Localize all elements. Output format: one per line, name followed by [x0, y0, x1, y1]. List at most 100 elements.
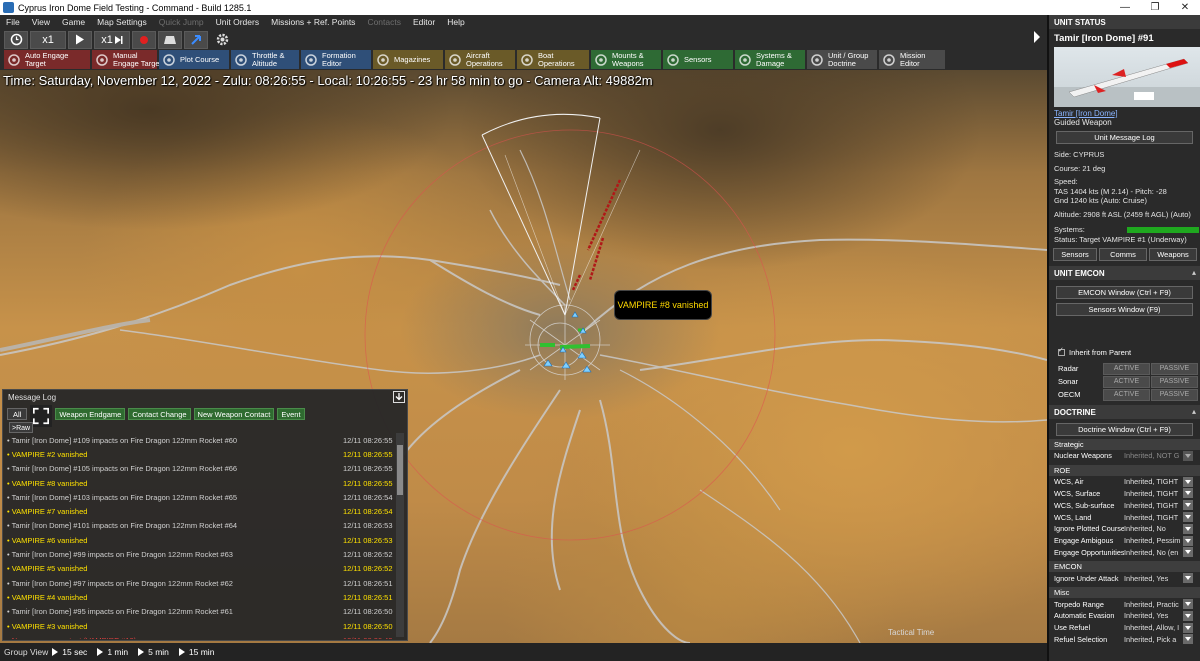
- log-row[interactable]: • VAMPIRE #5 vanished 12/11 08:26:52: [7, 562, 395, 576]
- dropdown-arrow-icon[interactable]: [1183, 622, 1193, 633]
- dropdown-arrow-icon[interactable]: [1183, 599, 1193, 610]
- message-log-title: Message Log: [8, 393, 57, 402]
- mission-editor-button[interactable]: Mission Editor: [879, 50, 945, 69]
- filter-event-button[interactable]: Event: [277, 408, 305, 420]
- raw-toggle-button[interactable]: >Raw: [9, 422, 33, 433]
- tab-comms[interactable]: Comms: [1099, 248, 1147, 261]
- dropdown-arrow-icon[interactable]: [1183, 610, 1193, 621]
- speed-multiplier-1[interactable]: x1: [30, 30, 66, 49]
- menu-game[interactable]: Game: [56, 17, 91, 27]
- unit-class-link[interactable]: Tamir [Iron Dome]: [1049, 109, 1200, 118]
- log-row[interactable]: • Tamir [Iron Dome] #109 impacts on Fire…: [7, 433, 395, 447]
- formation-editor-button[interactable]: Formation Editor: [301, 50, 371, 69]
- filter-weapon-endgame-button[interactable]: Weapon Endgame: [55, 408, 126, 420]
- menu-file[interactable]: File: [0, 17, 26, 27]
- log-row[interactable]: • VAMPIRE #3 vanished 12/11 08:26:50: [7, 619, 395, 633]
- menu-editor[interactable]: Editor: [407, 17, 441, 27]
- close-button[interactable]: ✕: [1170, 2, 1200, 13]
- doctrine-window-button[interactable]: Doctrine Window (Ctrl + F9): [1056, 423, 1193, 436]
- sensors-window-button[interactable]: Sensors Window (F9): [1056, 303, 1193, 316]
- minimize-button[interactable]: —: [1110, 2, 1140, 13]
- dropdown-arrow-icon[interactable]: [1183, 523, 1193, 534]
- doctrine-header[interactable]: DOCTRINE ▴: [1049, 405, 1200, 419]
- systems-damage-button[interactable]: Systems & Damage: [735, 50, 805, 69]
- filter-new-weapon-contact-button[interactable]: New Weapon Contact: [193, 408, 275, 420]
- dropdown-arrow-icon[interactable]: [1183, 547, 1193, 558]
- stop-button[interactable]: [158, 30, 182, 49]
- manual-engage-target-button[interactable]: Manual Engage Target: [92, 50, 162, 69]
- log-row[interactable]: • VAMPIRE #6 vanished 12/11 08:26:53: [7, 533, 395, 547]
- filter-contact-change-button[interactable]: Contact Change: [128, 408, 191, 420]
- toolbar-button-label: Plot Course: [180, 54, 220, 64]
- emcon-passive-button[interactable]: PASSIVE: [1151, 375, 1198, 388]
- reverse-button[interactable]: [184, 30, 208, 49]
- log-row[interactable]: • Tamir [Iron Dome] #105 impacts on Fire…: [7, 462, 395, 476]
- collapse-caret-icon[interactable]: ▴: [1192, 268, 1196, 277]
- emcon-active-button[interactable]: ACTIVE: [1103, 388, 1150, 401]
- dropdown-arrow-icon[interactable]: [1183, 476, 1193, 487]
- emcon-active-button[interactable]: ACTIVE: [1103, 362, 1150, 375]
- clock-button[interactable]: [4, 30, 28, 49]
- log-row[interactable]: • Tamir [Iron Dome] #103 impacts on Fire…: [7, 490, 395, 504]
- aircraft-operations-button[interactable]: Aircraft Operations: [445, 50, 515, 69]
- emcon-active-button[interactable]: ACTIVE: [1103, 375, 1150, 388]
- settings-button[interactable]: [210, 31, 234, 49]
- menu-view[interactable]: View: [26, 17, 56, 27]
- menu-map-settings[interactable]: Map Settings: [91, 17, 153, 27]
- emcon-passive-button[interactable]: PASSIVE: [1151, 388, 1198, 401]
- throttle-altitude-button[interactable]: Throttle & Altitude: [231, 50, 299, 69]
- speed-multiplier-2[interactable]: x1: [94, 30, 130, 49]
- log-row[interactable]: • New weapon contact (VAMPIRE #12)12/11 …: [7, 633, 395, 639]
- record-button[interactable]: [132, 30, 156, 49]
- dropdown-arrow-icon[interactable]: [1183, 512, 1193, 523]
- log-row[interactable]: • VAMPIRE #7 vanished 12/11 08:26:54: [7, 504, 395, 518]
- step-5-min-button[interactable]: 5 min: [138, 647, 169, 657]
- unit-group-doctrine-button[interactable]: Unit / Group Doctrine: [807, 50, 877, 69]
- step-15-sec-button[interactable]: 15 sec: [52, 647, 87, 657]
- unit-emcon-header[interactable]: UNIT EMCON ▴: [1049, 266, 1200, 280]
- unit-status-header[interactable]: UNIT STATUS: [1049, 15, 1200, 29]
- magazines-button[interactable]: Magazines: [373, 50, 443, 69]
- dropdown-arrow-icon[interactable]: [1183, 450, 1193, 461]
- collapse-caret-icon[interactable]: ▴: [1192, 407, 1196, 416]
- play-button[interactable]: [68, 30, 92, 49]
- expand-log-button[interactable]: [30, 405, 53, 427]
- menu-unit-orders[interactable]: Unit Orders: [210, 17, 265, 27]
- filter-all-button[interactable]: All: [7, 408, 28, 420]
- dropdown-arrow-icon[interactable]: [1183, 573, 1193, 584]
- log-row[interactable]: • VAMPIRE #8 vanished 12/11 08:26:55: [7, 476, 395, 490]
- menu-missions-ref-points[interactable]: Missions + Ref. Points: [265, 17, 361, 27]
- boat-operations-button[interactable]: Boat Operations: [517, 50, 589, 69]
- scrollbar-thumb[interactable]: [397, 445, 403, 495]
- step-15-min-button[interactable]: 15 min: [178, 647, 214, 657]
- log-row[interactable]: • Tamir [Iron Dome] #95 impacts on Fire …: [7, 605, 395, 619]
- dropdown-arrow-icon[interactable]: [1183, 535, 1193, 546]
- menu-quick-jump[interactable]: Quick Jump: [153, 17, 210, 27]
- log-row[interactable]: • VAMPIRE #4 vanished 12/11 08:26:51: [7, 590, 395, 604]
- plot-course-button[interactable]: Plot Course: [159, 50, 229, 69]
- log-row[interactable]: • Tamir [Iron Dome] #101 impacts on Fire…: [7, 519, 395, 533]
- menu-help[interactable]: Help: [441, 17, 470, 27]
- unit-message-log-button[interactable]: Unit Message Log: [1056, 131, 1193, 144]
- dropdown-arrow-icon[interactable]: [1183, 488, 1193, 499]
- tab-sensors[interactable]: Sensors: [1053, 248, 1097, 261]
- dropdown-arrow-icon[interactable]: [1183, 634, 1193, 645]
- emcon-passive-button[interactable]: PASSIVE: [1151, 362, 1198, 375]
- step-1-min-button[interactable]: 1 min: [97, 647, 128, 657]
- menu-contacts[interactable]: Contacts: [361, 17, 407, 27]
- doctrine-row-torpedo-range: Torpedo Range Inherited, Practic: [1049, 598, 1200, 610]
- log-row[interactable]: • VAMPIRE #2 vanished 12/11 08:26:55: [7, 447, 395, 461]
- log-row[interactable]: • Tamir [Iron Dome] #99 impacts on Fire …: [7, 547, 395, 561]
- message-log-dock-button[interactable]: [393, 391, 405, 403]
- maximize-button[interactable]: ❐: [1140, 2, 1170, 13]
- auto-engage-target-button[interactable]: Auto Engage Target: [4, 50, 90, 69]
- dropdown-arrow-icon[interactable]: [1183, 500, 1193, 511]
- inherit-from-parent-checkbox[interactable]: Inherit from Parent: [1049, 346, 1200, 358]
- log-row[interactable]: • Tamir [Iron Dome] #97 impacts on Fire …: [7, 576, 395, 590]
- tab-weapons[interactable]: Weapons: [1149, 248, 1197, 261]
- collapse-panel-button[interactable]: [1030, 28, 1044, 46]
- mounts-weapons-button[interactable]: Mounts & Weapons: [591, 50, 661, 69]
- sensors-button[interactable]: Sensors: [663, 50, 733, 69]
- message-log-scrollbar[interactable]: [396, 433, 404, 637]
- emcon-window-button[interactable]: EMCON Window (Ctrl + F9): [1056, 286, 1193, 299]
